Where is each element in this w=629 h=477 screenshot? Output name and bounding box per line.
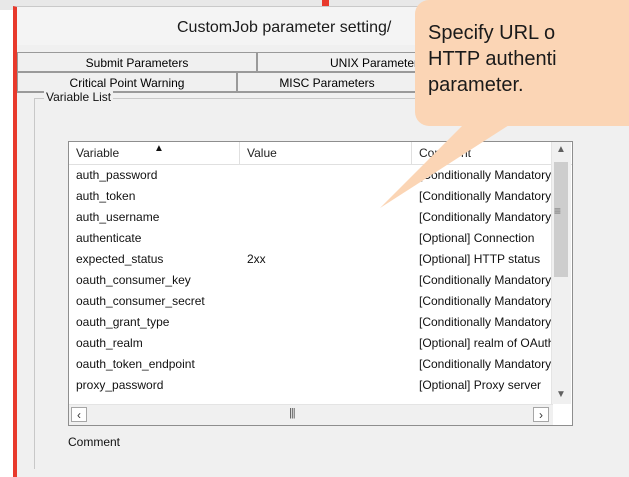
- cell-value: [240, 375, 412, 396]
- table-row[interactable]: oauth_consumer_secret [Conditionally Mand…: [69, 291, 553, 312]
- table-row[interactable]: oauth_token_endpoint [Conditionally Manda…: [69, 354, 553, 375]
- table-row[interactable]: auth_username [Conditionally Mandatory: [69, 207, 553, 228]
- cell-variable: oauth_consumer_secret: [76, 294, 205, 308]
- cell-variable: auth_password: [76, 168, 158, 182]
- tab-misc-parameters[interactable]: MISC Parameters: [237, 72, 417, 92]
- comment-label: Comment: [68, 435, 121, 449]
- cell-variable: proxy_password: [76, 378, 164, 392]
- table-row[interactable]: oauth_consumer_key [Conditionally Mandato…: [69, 270, 553, 291]
- cell-value: [240, 270, 412, 291]
- cell-variable: auth_token: [76, 189, 136, 203]
- cell-comment: [Conditionally Mandatory: [419, 210, 552, 224]
- cell-value: [240, 186, 412, 207]
- horizontal-scroll-grip[interactable]: |||: [289, 407, 296, 419]
- cell-comment: [Optional] HTTP status: [419, 252, 541, 266]
- cell-comment: [Optional] Proxy server: [419, 378, 542, 392]
- cell-value: [240, 354, 412, 375]
- table-row[interactable]: authenticate [Optional] Connection: [69, 228, 553, 249]
- cell-variable: authenticate: [76, 231, 142, 245]
- column-header-variable-label: Variable: [76, 146, 120, 160]
- cell-value: [240, 291, 412, 312]
- cell-comment: [Conditionally Mandatory: [419, 273, 552, 287]
- table-row[interactable]: proxy_password [Optional] Proxy server: [69, 375, 553, 396]
- scroll-down-icon[interactable]: ▼: [556, 389, 566, 400]
- scroll-grip-icon: ≡: [554, 204, 562, 218]
- column-header-comment-label: Comment: [419, 146, 472, 160]
- column-header-value[interactable]: Value: [240, 142, 412, 164]
- cell-value: [240, 165, 412, 186]
- cell-comment: [Conditionally Mandatory: [419, 189, 552, 203]
- table-row[interactable]: auth_token [Conditionally Mandatory: [69, 186, 553, 207]
- variable-list-label: Variable List: [44, 90, 114, 104]
- scroll-left-icon[interactable]: ‹: [71, 407, 87, 422]
- cell-value: [240, 312, 412, 333]
- tab-critical-point-warning[interactable]: Critical Point Warning: [17, 72, 237, 92]
- cell-comment: [Conditionally Mandatory: [419, 357, 552, 371]
- cell-comment: [Optional] realm of OAuth: [419, 336, 553, 350]
- cell-comment: [Conditionally Mandatory: [419, 294, 552, 308]
- cell-comment: [Conditionally Mandatory: [419, 168, 552, 182]
- cell-value: [240, 333, 412, 354]
- callout-text: Specify URL o HTTP authenti parameter.: [428, 22, 557, 96]
- cell-comment: [Conditionally Mandatory: [419, 315, 552, 329]
- vertical-scrollbar[interactable]: ▲ ≡ ▼: [551, 142, 571, 404]
- scroll-up-icon[interactable]: ▲: [556, 144, 566, 155]
- scroll-right-icon[interactable]: ›: [533, 407, 549, 422]
- table-row[interactable]: auth_password [Conditionally Mandatory: [69, 165, 553, 186]
- cell-variable: oauth_token_endpoint: [76, 357, 195, 371]
- cell-variable: oauth_grant_type: [76, 315, 170, 329]
- list-header: Variable ▲ Value Comment: [69, 142, 572, 165]
- cell-variable: auth_username: [76, 210, 160, 224]
- table-row[interactable]: oauth_realm [Optional] realm of OAuth: [69, 333, 553, 354]
- cell-variable: oauth_realm: [76, 336, 143, 350]
- table-row[interactable]: oauth_grant_type [Conditionally Mandatory: [69, 312, 553, 333]
- cell-value: [240, 228, 412, 249]
- cell-variable: expected_status: [76, 252, 164, 266]
- sort-ascending-icon: ▲: [154, 143, 164, 154]
- vertical-scroll-thumb[interactable]: [554, 162, 568, 277]
- variable-list-view[interactable]: Variable ▲ Value Comment auth_password [C…: [68, 141, 573, 426]
- cell-value: [240, 207, 412, 228]
- cell-variable: oauth_consumer_key: [76, 273, 191, 287]
- horizontal-scrollbar[interactable]: ‹ ||| ›: [69, 404, 553, 425]
- table-row[interactable]: expected_status 2xx [Optional] HTTP status: [69, 249, 553, 270]
- cell-comment: [Optional] Connection: [419, 231, 535, 245]
- column-header-value-label: Value: [247, 146, 277, 160]
- column-header-comment[interactable]: Comment: [412, 142, 572, 164]
- cell-value: 2xx: [247, 252, 266, 266]
- window-title: CustomJob parameter setting/: [177, 19, 392, 36]
- tab-submit-parameters[interactable]: Submit Parameters: [17, 52, 257, 72]
